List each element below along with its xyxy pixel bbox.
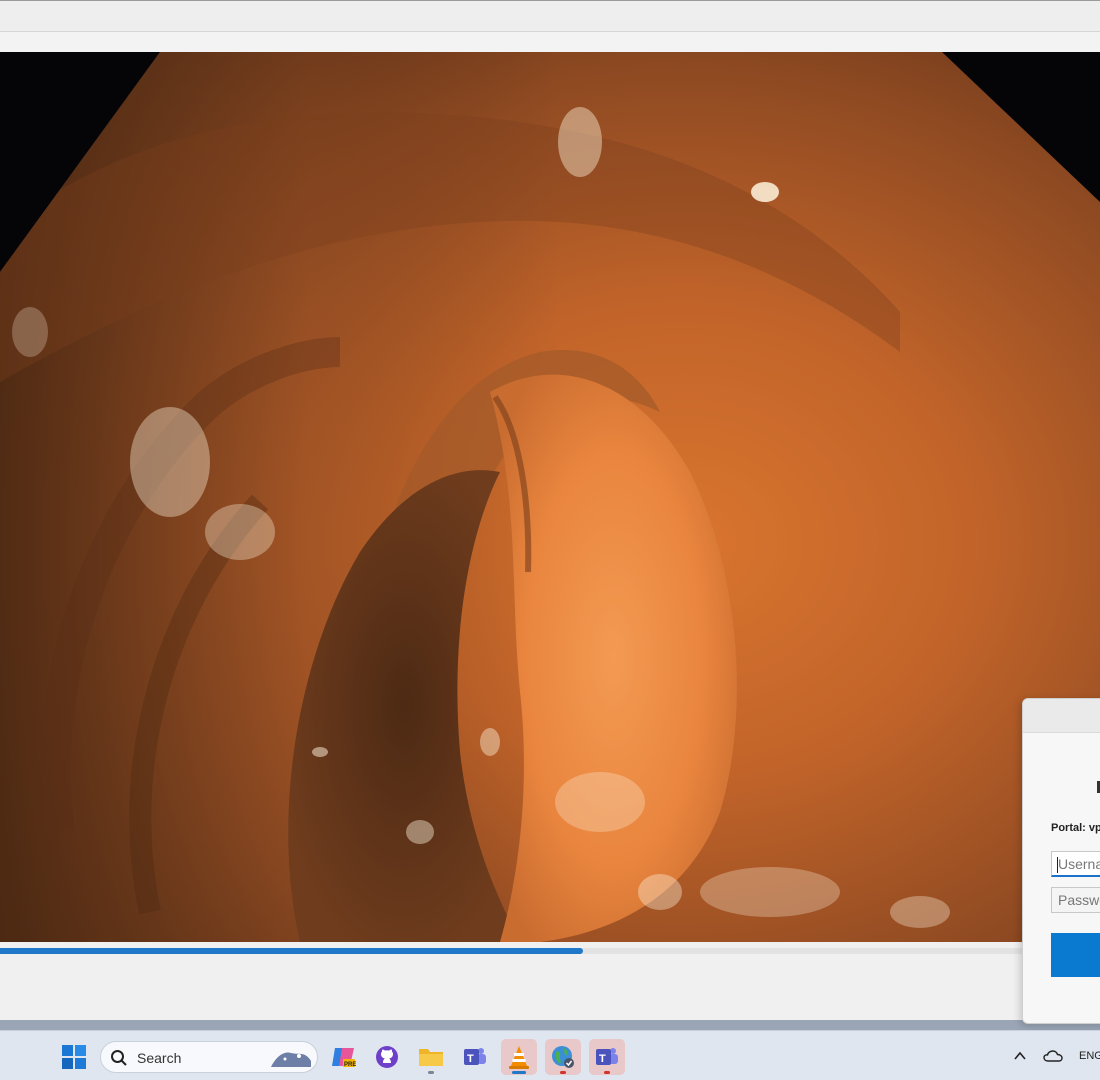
onedrive-cloud-icon[interactable] xyxy=(1043,1048,1063,1064)
window-bottom-edge xyxy=(0,1020,1100,1030)
svg-text:T: T xyxy=(599,1053,606,1065)
notification-indicator xyxy=(604,1071,610,1074)
copilot-icon: PRE xyxy=(332,1048,356,1068)
vlc-icon xyxy=(509,1046,529,1069)
search-label: Search xyxy=(137,1050,182,1066)
taskbar: Search PRE T T ENG xyxy=(0,1030,1100,1080)
globe-app[interactable] xyxy=(545,1039,581,1075)
svg-text:T: T xyxy=(467,1053,474,1065)
copilot-app[interactable]: PRE xyxy=(325,1039,361,1075)
password-input[interactable]: Passwo xyxy=(1051,887,1100,913)
teams-icon: T xyxy=(596,1048,618,1065)
teams-app[interactable]: T xyxy=(457,1039,493,1075)
username-input[interactable]: Userna xyxy=(1051,851,1100,877)
github-icon xyxy=(376,1046,398,1068)
svg-text:PRE: PRE xyxy=(344,1062,356,1068)
media-player-window xyxy=(0,0,1100,1030)
file-explorer-icon xyxy=(419,1049,443,1066)
player-controls-area xyxy=(0,958,1100,1020)
globe-icon xyxy=(552,1046,574,1068)
taskbar-search[interactable]: Search xyxy=(100,1041,318,1073)
seek-bar[interactable] xyxy=(0,942,1100,958)
notification-indicator xyxy=(560,1071,566,1074)
desktop: Portal: vp Userna Passwo Search xyxy=(0,0,1100,1080)
vpn-login-dialog: Portal: vp Userna Passwo xyxy=(1022,698,1100,1024)
teams-icon: T xyxy=(464,1048,486,1065)
active-indicator xyxy=(512,1071,526,1074)
github-app[interactable] xyxy=(369,1039,405,1075)
seek-track xyxy=(0,948,1100,954)
start-button[interactable] xyxy=(60,1043,88,1071)
search-icon xyxy=(111,1050,127,1066)
file-explorer-app[interactable] xyxy=(413,1039,449,1075)
window-titlebar[interactable] xyxy=(0,0,1100,32)
language-indicator[interactable]: ENG xyxy=(1079,1050,1100,1062)
dialog-titlebar[interactable] xyxy=(1023,699,1100,733)
search-highlight-art-icon xyxy=(271,1052,311,1067)
windows-logo-icon xyxy=(62,1045,86,1069)
teams-app-2[interactable]: T xyxy=(589,1039,625,1075)
video-frame[interactable] xyxy=(0,52,1100,942)
menu-bar xyxy=(0,32,1100,52)
endoscopy-video-image xyxy=(0,52,1100,942)
vlc-app[interactable] xyxy=(501,1039,537,1075)
chevron-up-icon[interactable] xyxy=(1012,1048,1028,1064)
seek-progress xyxy=(0,948,583,954)
portal-label: Portal: vp xyxy=(1051,822,1100,834)
connect-button[interactable] xyxy=(1051,933,1100,977)
running-indicator xyxy=(428,1071,434,1074)
